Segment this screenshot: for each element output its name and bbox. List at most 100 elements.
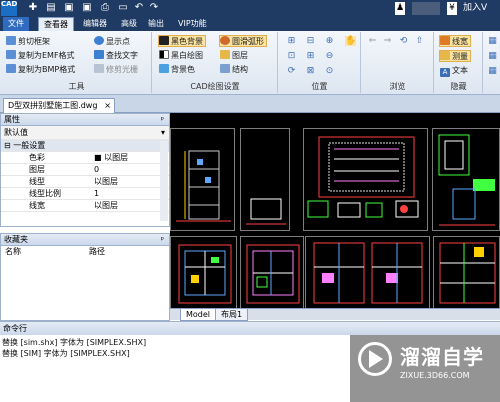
black-background-label: 黑色背景 bbox=[171, 37, 203, 46]
save-icon[interactable]: ▣ bbox=[63, 2, 75, 14]
cut-frame-button[interactable]: 剪切框架 bbox=[6, 36, 50, 48]
new-icon[interactable]: ✚ bbox=[27, 2, 39, 14]
menu-output[interactable]: 输出 bbox=[143, 17, 169, 31]
menu-advanced[interactable]: 高级 bbox=[116, 17, 142, 31]
menu-file[interactable]: 文件 bbox=[3, 17, 29, 31]
layers-button[interactable]: 图层 bbox=[220, 50, 248, 62]
measure-button[interactable]: 测量 bbox=[439, 50, 471, 62]
properties-scrollbar[interactable] bbox=[160, 141, 168, 221]
show-points-icon bbox=[94, 36, 104, 45]
close-icon[interactable]: × bbox=[104, 99, 111, 113]
drawing-sheet[interactable] bbox=[240, 236, 304, 311]
layout-tabs: Model 布局1 bbox=[170, 308, 500, 321]
zoom-out-icon[interactable]: ⊖ bbox=[324, 51, 335, 61]
property-value: ■ 以图层 bbox=[94, 153, 129, 162]
copy-bmp-button[interactable]: 复制为BMP格式 bbox=[6, 64, 75, 76]
find-text-icon bbox=[94, 50, 104, 59]
zoom-in-icon[interactable]: ⊕ bbox=[324, 36, 335, 46]
drawing-sheet[interactable] bbox=[303, 128, 428, 231]
copy-emf-button[interactable]: 复制为EMF格式 bbox=[6, 50, 75, 62]
pin-icon[interactable]: ᵖ bbox=[161, 114, 164, 126]
background-color-label: 背景色 bbox=[171, 65, 195, 74]
document-tab-label: D型双拼别墅施工图.dwg bbox=[8, 101, 98, 110]
menu-editor[interactable]: 编辑器 bbox=[78, 17, 112, 31]
watermark: 溜溜自学 ZIXUE.3D66.COM bbox=[350, 335, 500, 402]
forward-arrow-icon[interactable]: ⇒ bbox=[382, 36, 393, 46]
window-icon[interactable]: ▭ bbox=[117, 2, 129, 14]
show-points-label: 显示点 bbox=[106, 37, 130, 46]
zoom-extents-icon[interactable]: ⊞ bbox=[305, 51, 316, 61]
tab-layout1[interactable]: 布局1 bbox=[215, 309, 249, 321]
back-arrow-icon[interactable]: ⇐ bbox=[367, 36, 378, 46]
general-settings-label: 一般设置 bbox=[13, 141, 46, 150]
tab-model[interactable]: Model bbox=[180, 309, 217, 321]
smooth-arc-button[interactable]: 圆滑弧形 bbox=[219, 35, 267, 47]
properties-filter-select[interactable]: 默认值 ▾ bbox=[1, 126, 169, 140]
tray-account[interactable] bbox=[412, 2, 440, 15]
properties-panel: 属性 ᵖ 默认值 ▾ ⊟ 一般设置 色彩 ■ 以图层 图层 0 线型 以图层 线型比例… bbox=[0, 113, 170, 227]
structure-button[interactable]: 结构 bbox=[220, 64, 248, 76]
favorites-col-path[interactable]: 路径 bbox=[89, 246, 105, 258]
pin-icon[interactable]: ᵖ bbox=[161, 234, 164, 246]
drawing-sheet[interactable] bbox=[432, 128, 500, 231]
property-row[interactable]: 色彩 ■ 以图层 bbox=[1, 152, 169, 164]
grid-view-icon[interactable]: ▦ bbox=[487, 36, 498, 46]
find-text-button[interactable]: 查找文字 bbox=[94, 50, 138, 62]
title-bar: CAD ✚ ▤ ▣ ▣ ⎙ ▭ ↶ ↷ ♟ ¥ 加入V bbox=[0, 0, 500, 17]
print-icon[interactable]: ⎙ bbox=[99, 2, 111, 14]
zoom-search-icon[interactable]: ⊙ bbox=[324, 66, 335, 76]
grid-view-icon-3[interactable]: ▦ bbox=[487, 66, 498, 76]
grid-view-icon-2[interactable]: ▦ bbox=[487, 51, 498, 61]
grid-icon[interactable]: ⊟ bbox=[305, 36, 316, 46]
trim-raster-icon bbox=[94, 64, 104, 73]
property-row[interactable]: 线型 以图层 bbox=[1, 176, 169, 188]
join-vip-link[interactable]: 加入V bbox=[463, 2, 487, 15]
show-points-button[interactable]: 显示点 bbox=[94, 36, 130, 48]
redo-icon[interactable]: ↷ bbox=[148, 2, 160, 14]
fit-window-icon[interactable]: ⊞ bbox=[286, 36, 297, 46]
ribbon: 剪切框架 复制为EMF格式 复制为BMP格式 显示点 查找文字 修剪光栅 工具 … bbox=[0, 31, 500, 95]
black-background-button[interactable]: 黑色背景 bbox=[158, 35, 206, 47]
line-width-button[interactable]: 线宽 bbox=[439, 35, 471, 47]
drawing-canvas[interactable] bbox=[170, 113, 500, 320]
zoom-window-icon[interactable]: ⊡ bbox=[286, 51, 297, 61]
measure-label: 测量 bbox=[452, 52, 468, 61]
black-white-button[interactable]: 黑白绘图 bbox=[159, 50, 203, 62]
background-color-button[interactable]: 背景色 bbox=[159, 64, 195, 76]
properties-title: 属性 bbox=[4, 115, 20, 124]
menu-vip[interactable]: VIP功能 bbox=[173, 17, 212, 31]
cad-settings-group-title: CAD绘图设置 bbox=[190, 82, 240, 91]
rotate-icon[interactable]: ⟳ bbox=[286, 66, 297, 76]
undo-icon[interactable]: ↶ bbox=[133, 2, 145, 14]
property-key: 线型比例 bbox=[29, 189, 61, 198]
refresh-icon[interactable]: ⟲ bbox=[398, 36, 409, 46]
property-row[interactable]: 线型比例 1 bbox=[1, 188, 169, 200]
general-settings-section[interactable]: ⊟ 一般设置 bbox=[1, 140, 169, 152]
upload-icon[interactable]: ⇧ bbox=[414, 36, 425, 46]
property-value: 以图层 bbox=[94, 177, 118, 186]
app-logo: CAD bbox=[1, 1, 17, 16]
collapse-icon[interactable]: ⊟ bbox=[1, 141, 11, 150]
property-row[interactable]: 图层 0 bbox=[1, 164, 169, 176]
trim-raster-button[interactable]: 修剪光栅 bbox=[94, 64, 138, 76]
drawing-sheet[interactable] bbox=[240, 128, 290, 231]
pan-hand-icon[interactable]: ✋ bbox=[345, 36, 356, 46]
open-folder-icon[interactable]: ▤ bbox=[45, 2, 57, 14]
menu-viewer[interactable]: 查看器 bbox=[38, 17, 74, 31]
drawing-sheet[interactable] bbox=[305, 236, 430, 311]
user-icon[interactable]: ♟ bbox=[395, 2, 405, 15]
drawing-sheet[interactable] bbox=[170, 236, 237, 311]
layers-icon bbox=[220, 50, 230, 59]
drawing-sheet[interactable] bbox=[433, 236, 500, 311]
text-button[interactable]: A 文本 bbox=[440, 65, 468, 77]
property-row[interactable]: 线宽 以图层 bbox=[1, 200, 169, 212]
favorites-panel: 收藏夹 ᵖ 名称 路径 bbox=[0, 233, 170, 321]
chevron-down-icon: ▾ bbox=[160, 128, 165, 137]
favorites-col-name[interactable]: 名称 bbox=[5, 246, 21, 258]
properties-filter-value: 默认值 bbox=[4, 128, 28, 137]
currency-icon[interactable]: ¥ bbox=[447, 2, 457, 15]
save-as-icon[interactable]: ▣ bbox=[81, 2, 93, 14]
drawing-sheet[interactable] bbox=[170, 128, 235, 231]
document-tab[interactable]: D型双拼别墅施工图.dwg × bbox=[3, 98, 115, 113]
zoom-grid-icon[interactable]: ⊠ bbox=[305, 66, 316, 76]
